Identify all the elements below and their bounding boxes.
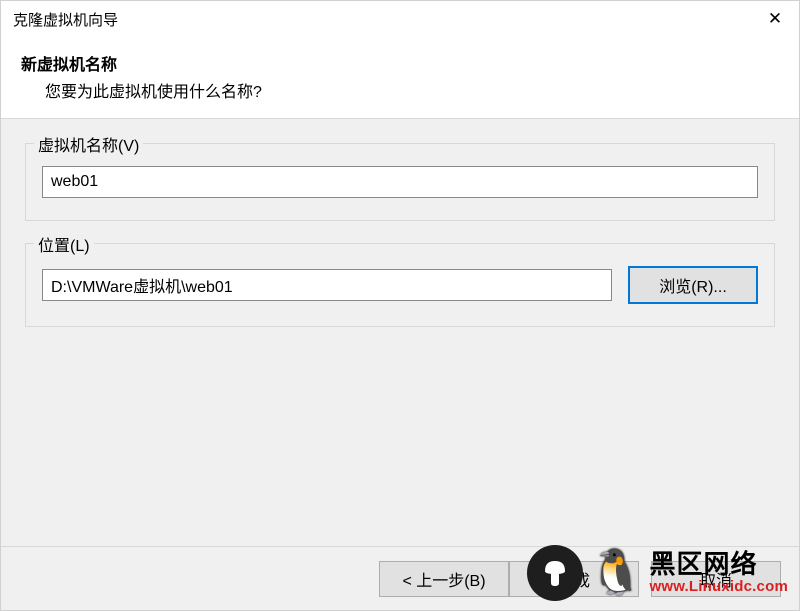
browse-button[interactable]: 浏览(R)... — [628, 266, 758, 304]
vm-name-input[interactable] — [42, 166, 758, 198]
header-title: 新虚拟机名称 — [21, 51, 779, 75]
location-row: 浏览(R)... — [42, 266, 758, 304]
wizard-header: 新虚拟机名称 您要为此虚拟机使用什么名称? — [1, 37, 799, 119]
header-subtitle: 您要为此虚拟机使用什么名称? — [21, 78, 779, 102]
location-label: 位置(L) — [34, 232, 94, 256]
finish-button[interactable]: 完成 — [509, 561, 639, 597]
content-area: 虚拟机名称(V) 位置(L) 浏览(R)... — [1, 119, 799, 546]
location-input[interactable] — [42, 269, 612, 301]
close-icon[interactable]: ✕ — [759, 3, 791, 35]
back-button[interactable]: < 上一步(B) — [379, 561, 509, 597]
cancel-button[interactable]: 取消 — [651, 561, 781, 597]
vm-name-group: 虚拟机名称(V) — [25, 143, 775, 221]
location-group: 位置(L) 浏览(R)... — [25, 243, 775, 327]
vm-name-label: 虚拟机名称(V) — [34, 132, 143, 156]
wizard-window: 克隆虚拟机向导 ✕ 新虚拟机名称 您要为此虚拟机使用什么名称? 虚拟机名称(V)… — [0, 0, 800, 611]
window-title: 克隆虚拟机向导 — [13, 9, 118, 30]
titlebar: 克隆虚拟机向导 ✕ — [1, 1, 799, 37]
wizard-footer: < 上一步(B) 完成 取消 — [1, 546, 799, 610]
